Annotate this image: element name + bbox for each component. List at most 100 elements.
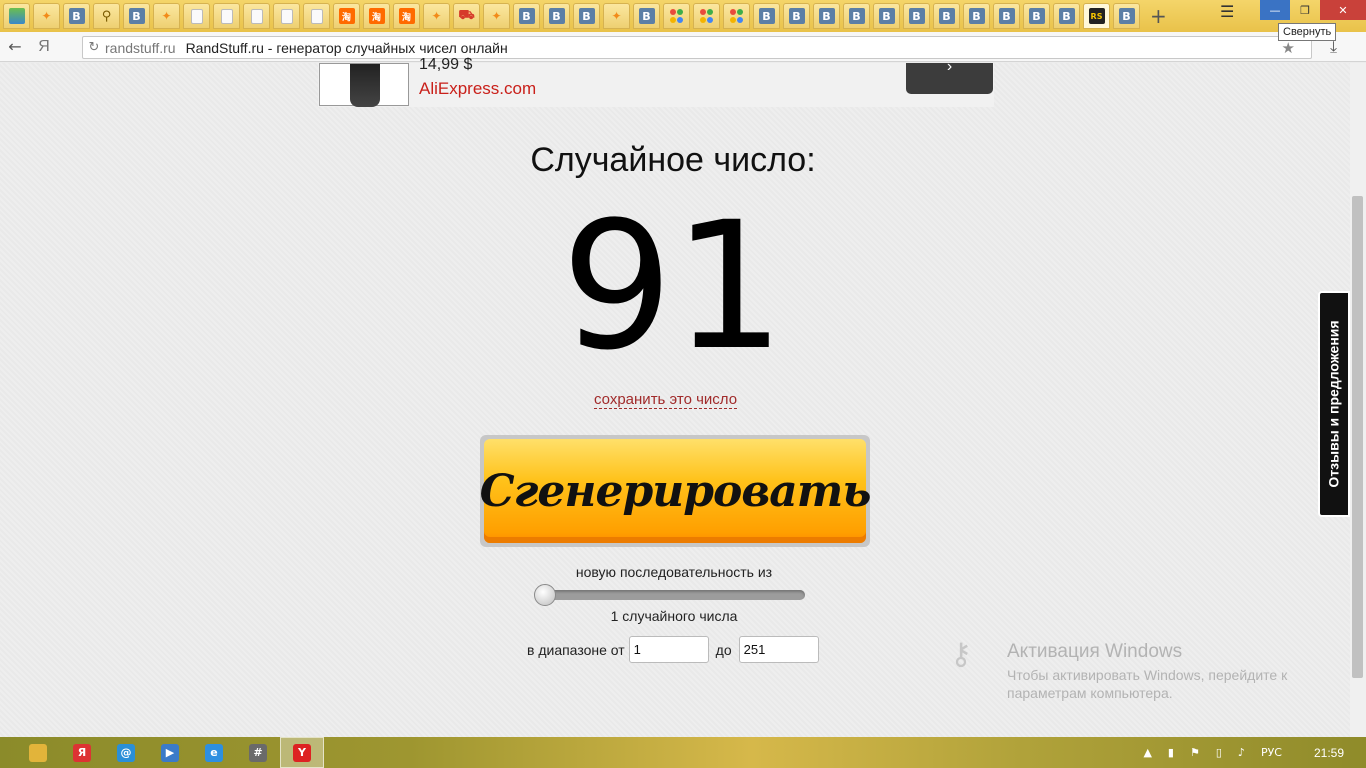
colored-dots-icon (729, 8, 745, 24)
browser-tab[interactable]: ✦ (153, 3, 180, 29)
generate-button[interactable]: Сгенерировать (480, 435, 871, 547)
slider-knob[interactable] (534, 584, 556, 606)
yandex-active-icon: Y (293, 743, 311, 762)
volume-icon[interactable]: ♪ (1238, 746, 1245, 759)
browser-tab[interactable]: В (1113, 3, 1140, 29)
new-tab-icon[interactable]: + (1150, 4, 1167, 28)
tab-strip: ✦ В ⚲ В ✦ 淘淘淘 ✦ ⛟ ✦ В В В ✦ В В В В В В В В В В В В RS В + (0, 0, 1366, 32)
activation-title: Активация Windows (1007, 641, 1183, 662)
browser-tab[interactable]: 淘 (363, 3, 390, 29)
activation-line-1: Чтобы активировать Windows, перейдите к (1007, 667, 1288, 683)
browser-tab[interactable] (303, 3, 330, 29)
tray-expand-icon[interactable]: ▲ (1143, 746, 1151, 759)
battery-icon[interactable]: ▯ (1216, 746, 1222, 759)
feedback-tab[interactable]: Отзывы и предложения (1318, 291, 1350, 517)
signal-icon[interactable]: ▮ (1168, 746, 1174, 759)
ad-product-image[interactable] (319, 63, 409, 107)
browser-tab[interactable] (273, 3, 300, 29)
browser-tab[interactable]: В (1023, 3, 1050, 29)
calculator-icon: # (249, 743, 267, 762)
document-icon (310, 8, 323, 24)
vk-icon: В (638, 8, 655, 24)
range-from-label: в диапазоне от (527, 641, 625, 658)
vk-icon: В (908, 8, 925, 24)
document-icon (280, 8, 293, 24)
browser-tab[interactable]: 淘 (333, 3, 360, 29)
browser-tab[interactable]: ✦ (603, 3, 630, 29)
taskbar-app[interactable]: Y (280, 737, 324, 768)
browser-tab[interactable] (243, 3, 270, 29)
browser-tab[interactable]: В (843, 3, 870, 29)
taskbar-apps: Я @ ▶ e # Y (16, 737, 324, 768)
vk-icon: В (758, 8, 775, 24)
browser-tab[interactable] (183, 3, 210, 29)
scrollbar[interactable] (1350, 63, 1366, 737)
browser-tab[interactable]: В (573, 3, 600, 29)
back-arrow-icon[interactable]: ← (0, 37, 30, 56)
browser-tab[interactable]: ⚲ (93, 3, 120, 29)
range-to-input[interactable] (738, 636, 819, 663)
vk-icon: В (818, 8, 835, 24)
browser-tab[interactable]: В (633, 3, 660, 29)
browser-tab[interactable]: В (513, 3, 540, 29)
taskbar-app[interactable]: e (192, 737, 236, 768)
yandex-browser-icon: Я (73, 743, 91, 762)
ad-banner[interactable]: 14,99 $ AliExpress.com › (318, 56, 994, 107)
vk-icon: В (1058, 8, 1075, 24)
browser-tab[interactable]: В (873, 3, 900, 29)
language-indicator[interactable]: РУС (1261, 746, 1282, 759)
browser-tab[interactable]: В (813, 3, 840, 29)
taskbar: Я @ ▶ e # Y ▲ ▮ ⚑ ▯ ♪ РУС 21:59 (0, 737, 1366, 768)
vk-icon: В (998, 8, 1015, 24)
minimize-icon[interactable]: — (1260, 0, 1290, 20)
bookmark-star-icon[interactable]: ★ (1282, 39, 1295, 57)
browser-tab[interactable] (3, 3, 30, 29)
yandex-logo-icon[interactable]: Я (30, 38, 58, 56)
browser-tab[interactable]: В (543, 3, 570, 29)
save-number-link[interactable]: сохранить это число (594, 391, 738, 409)
browser-tab[interactable]: ✦ (423, 3, 450, 29)
browser-tab[interactable]: В (1053, 3, 1080, 29)
close-icon[interactable]: ✕ (1320, 0, 1366, 20)
browser-tab[interactable] (723, 3, 750, 29)
browser-menu-icon[interactable]: ☰ (1220, 2, 1234, 21)
browser-tab[interactable]: В (993, 3, 1020, 29)
reload-icon[interactable]: ↻ (83, 40, 105, 55)
taskbar-app[interactable] (16, 737, 60, 768)
count-slider[interactable] (534, 584, 805, 606)
vk-icon: В (1118, 8, 1135, 24)
key-icon: ⚷ (950, 637, 972, 672)
restore-icon[interactable]: ❐ (1290, 0, 1320, 20)
browser-tab[interactable] (693, 3, 720, 29)
browser-tab[interactable]: В (123, 3, 150, 29)
browser-tab[interactable]: В (753, 3, 780, 29)
browser-tab[interactable]: В (783, 3, 810, 29)
browser-tab[interactable]: В (933, 3, 960, 29)
taskbar-app[interactable]: ▶ (148, 737, 192, 768)
taskbar-app[interactable]: @ (104, 737, 148, 768)
browser-tab[interactable]: 淘 (393, 3, 420, 29)
ad-next-button[interactable]: › (906, 59, 993, 94)
taskbar-app[interactable]: # (236, 737, 280, 768)
browser-tab[interactable]: RS (1083, 3, 1110, 29)
range-from-input[interactable] (628, 636, 709, 663)
clock[interactable]: 21:59 (1314, 746, 1344, 760)
network-icon[interactable]: ⚑ (1190, 746, 1200, 759)
browser-tab[interactable]: ⛟ (453, 3, 480, 29)
browser-tab[interactable]: ✦ (33, 3, 60, 29)
browser-tab[interactable]: В (963, 3, 990, 29)
ad-link[interactable]: AliExpress.com (419, 79, 536, 99)
taskbar-app[interactable]: Я (60, 737, 104, 768)
randstuff-icon: RS (1088, 8, 1105, 24)
vk-icon: В (1028, 8, 1045, 24)
browser-tab[interactable] (663, 3, 690, 29)
browser-tab[interactable]: В (903, 3, 930, 29)
browser-tab[interactable] (213, 3, 240, 29)
url-field[interactable]: ↻ randstuff.ru RandStuff.ru - генератор … (82, 36, 1312, 59)
scrollbar-thumb[interactable] (1352, 196, 1363, 678)
vk-icon: В (548, 8, 565, 24)
taobao-icon: 淘 (368, 8, 385, 24)
chevron-right-icon: › (946, 58, 953, 75)
browser-tab[interactable]: ✦ (483, 3, 510, 29)
browser-tab[interactable]: В (63, 3, 90, 29)
